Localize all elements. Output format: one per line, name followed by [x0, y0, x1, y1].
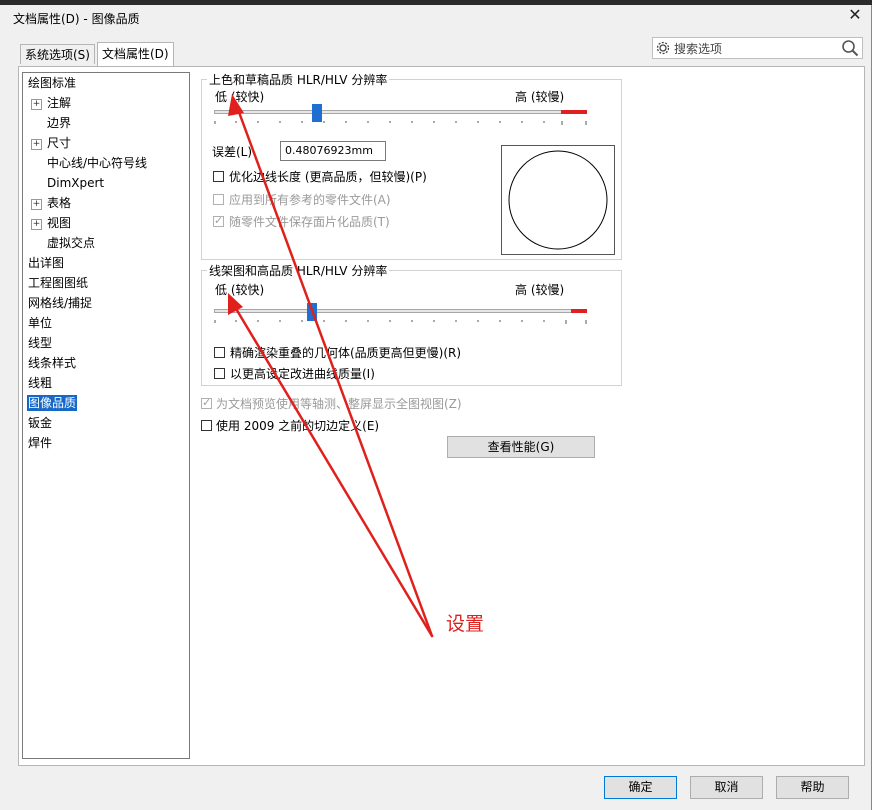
arrow-head-icon [228, 94, 244, 116]
arrow-head-icon [228, 293, 243, 315]
annotation-arrows [228, 94, 434, 638]
annotation-label: 设置 [446, 613, 485, 635]
